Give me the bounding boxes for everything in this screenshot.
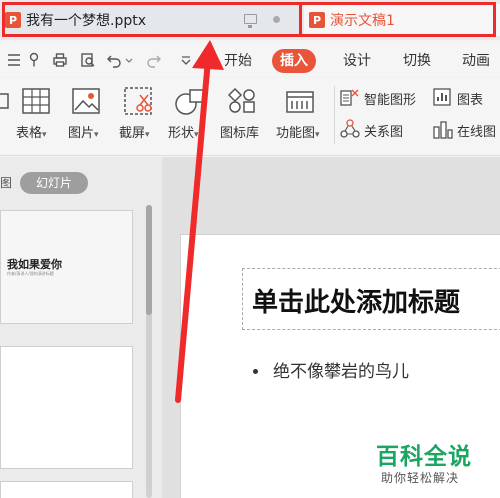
menu-item-design[interactable]: 设计 [335,49,379,73]
tab-title: 演示文稿1 [330,13,395,29]
table-label: 表格▾ [16,126,47,141]
chart-icon [433,88,451,106]
picture-label: 图片▾ [68,126,99,141]
unsaved-dot-icon[interactable] [273,16,280,23]
shape-label: 形状▾ [168,126,199,141]
menu-item-transition[interactable]: 切换 [395,49,439,73]
icon-library-label: 图标库 [220,126,260,141]
bullet-dot [253,369,258,374]
view-tab-slides[interactable]: 幻灯片 [20,172,88,194]
slide-thumbnail[interactable] [0,481,133,498]
title-placeholder-text[interactable]: 单击此处添加标题 [252,282,460,319]
picture-button[interactable]: 图片▾ [66,78,110,156]
thumbnail-title: 我如果爱你 [7,258,62,271]
view-tab-outline[interactable]: 图 [0,174,12,191]
tab-document-2[interactable]: P 演示文稿1 [304,4,500,36]
menu-item-home[interactable]: 开始 [216,49,260,73]
redo-icon[interactable] [146,52,162,68]
table-button[interactable]: 表格▾ [16,78,60,156]
function-chart-icon [286,91,314,113]
slide-thumbnail[interactable]: 我如果爱你 作者/演讲人/我的演讲标题 [0,210,133,324]
menu-icon[interactable] [6,52,22,68]
function-chart-button[interactable]: 功能图▾ [274,78,330,156]
undo-dropdown-icon[interactable] [124,52,134,68]
watermark-subtitle: 助你轻松解决 [381,471,460,485]
relation-chart-label: 关系图 [364,125,404,140]
monitor-icon[interactable] [244,14,257,28]
partial-toolbar-icon[interactable] [0,90,10,112]
menu-item-insert[interactable]: 插入 [272,49,316,73]
ribbon-separator [334,86,335,144]
slide-thumbnail[interactable] [0,346,133,469]
screenshot-label: 截屏▾ [119,126,150,141]
icon-library-icon [228,88,255,113]
smart-graphic-button[interactable]: 智能图形 [340,86,428,108]
relation-chart-button[interactable]: 关系图 [340,118,428,140]
table-icon [22,88,50,114]
annotation-divider [299,2,302,37]
panel-scrollbar-thumb[interactable] [146,205,152,315]
tab-title: 我有一个梦想.pptx [26,13,146,29]
screenshot-icon [124,87,152,115]
insert-ribbon: 表格▾ 图片▾ 截屏▾ 形状▾ 图标库 功能图▾ 智能图形 图表 关系图 在线图 [0,78,500,156]
shape-button[interactable]: 形状▾ [166,78,212,156]
ppt-file-icon: P [5,12,21,28]
smart-graphic-icon [340,89,359,106]
icon-library-button[interactable]: 图标库 [218,78,268,156]
online-chart-button[interactable]: 在线图 [433,118,500,140]
watermark-title: 百科全说 [376,444,472,470]
print-icon[interactable] [52,52,68,68]
undo-icon[interactable] [106,52,122,68]
bullet-text[interactable]: 绝不像攀岩的鸟儿 [273,357,409,382]
ppt-file-icon: P [309,12,325,28]
format-painter-icon[interactable] [26,52,42,68]
shape-icon [175,89,205,115]
function-chart-label: 功能图▾ [276,126,320,141]
thumbnail-subtitle: 作者/演讲人/我的演讲标题 [7,271,54,276]
picture-icon [72,88,100,114]
screenshot-button[interactable]: 截屏▾ [117,78,163,156]
customize-toolbar-icon[interactable] [180,52,192,68]
chart-button[interactable]: 图表 [433,86,500,108]
menu-item-animation[interactable]: 动画 [454,49,498,73]
online-chart-icon [433,121,453,139]
menu-bar: 开始 插入 设计 切换 动画 [0,44,500,76]
tab-document-1[interactable]: P 我有一个梦想.pptx [0,4,300,36]
smart-graphic-label: 智能图形 [364,93,417,108]
document-tab-bar: P 我有一个梦想.pptx P 演示文稿1 [0,0,500,40]
online-chart-label: 在线图 [457,125,497,140]
relation-chart-icon [340,119,360,138]
chart-label: 图表 [457,93,484,108]
print-preview-icon[interactable] [80,52,96,68]
